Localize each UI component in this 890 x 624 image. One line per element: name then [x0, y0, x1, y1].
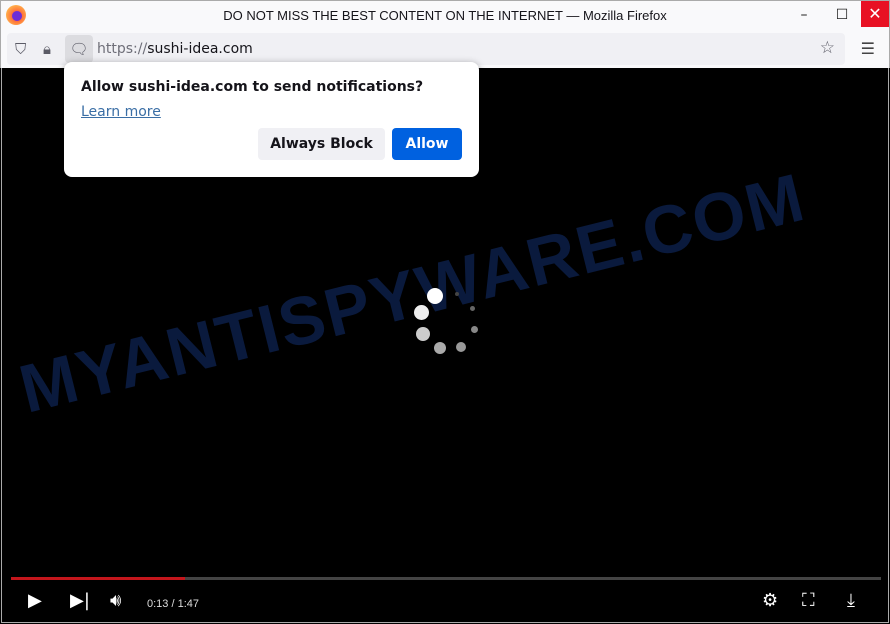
watermark: MYANTISPYWARE.COM: [12, 158, 813, 428]
spinner-dot: [434, 342, 446, 354]
url-scheme: https://: [97, 41, 148, 57]
title-bar: DO NOT MISS THE BEST CONTENT ON THE INTE…: [0, 0, 890, 30]
volume-icon[interactable]: 🔊︎: [110, 590, 121, 611]
lock-icon[interactable]: 🔒︎: [43, 40, 51, 58]
progress-bar[interactable]: [11, 577, 881, 580]
spinner-dot: [427, 288, 443, 304]
time-display: 0:13 / 1:47: [147, 598, 199, 610]
url-host: sushi-idea.com: [147, 41, 253, 57]
play-icon[interactable]: ▶: [28, 590, 42, 611]
window-title: DO NOT MISS THE BEST CONTENT ON THE INTE…: [223, 8, 667, 23]
spinner-dot: [416, 327, 430, 341]
notification-permission-icon[interactable]: 🗨︎: [65, 35, 93, 63]
fullscreen-icon[interactable]: ⛶: [802, 590, 815, 611]
always-block-button[interactable]: Always Block: [258, 128, 385, 160]
minimize-button[interactable]: –: [791, 3, 817, 27]
spinner-dot: [456, 342, 466, 352]
progress-fill: [11, 577, 185, 580]
notification-permission-popup: Allow sushi-idea.com to send notificatio…: [64, 62, 479, 177]
spinner-dot: [455, 292, 459, 296]
maximize-button[interactable]: ☐: [829, 3, 855, 27]
url-text[interactable]: https://sushi-idea.com: [97, 41, 253, 57]
learn-more-link[interactable]: Learn more: [81, 104, 161, 120]
skip-next-icon[interactable]: ▶︎|: [70, 590, 90, 611]
spinner-dot: [414, 305, 429, 320]
shield-icon[interactable]: ⛉: [15, 40, 26, 58]
url-bar[interactable]: ⛉ 🔒︎ 🗨︎ https://sushi-idea.com ☆: [7, 33, 845, 65]
popup-message: Allow sushi-idea.com to send notificatio…: [81, 79, 424, 95]
spinner-dot: [471, 326, 478, 333]
download-icon[interactable]: ⤓: [847, 590, 855, 611]
menu-icon[interactable]: ☰: [861, 39, 875, 58]
close-button[interactable]: ✕: [861, 1, 889, 27]
settings-gear-icon[interactable]: ⚙: [762, 590, 778, 611]
bookmark-star-icon[interactable]: ☆: [820, 38, 835, 58]
spinner-dot: [470, 306, 475, 311]
allow-button[interactable]: Allow: [392, 128, 462, 160]
